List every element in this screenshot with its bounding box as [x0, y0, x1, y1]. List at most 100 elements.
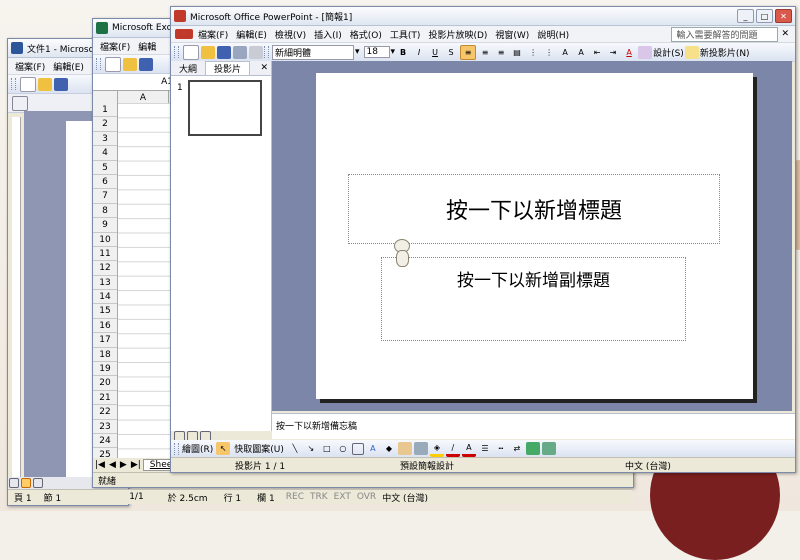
row-header[interactable]: 7 — [93, 189, 117, 204]
row-header[interactable]: 4 — [93, 146, 117, 161]
row-header[interactable]: 2 — [93, 117, 117, 132]
row-header[interactable]: 5 — [93, 161, 117, 175]
save-icon[interactable] — [217, 45, 231, 59]
clipart-icon[interactable] — [397, 442, 412, 455]
document-icon[interactable] — [175, 29, 193, 39]
sheet-nav-prev[interactable]: ◀ — [107, 460, 118, 470]
font-size-box[interactable]: 18 — [363, 46, 390, 58]
decrease-font-icon[interactable]: A — [574, 46, 588, 59]
title-placeholder[interactable]: 按一下以新增標題 — [348, 174, 720, 244]
ppt-menu-insert[interactable]: 插入(I) — [310, 28, 346, 41]
subtitle-placeholder[interactable]: 按一下以新增副標題 — [381, 257, 686, 341]
row-header[interactable]: 6 — [93, 175, 117, 190]
row-header[interactable]: 12 — [93, 261, 117, 276]
name-box[interactable]: A1 — [93, 77, 176, 87]
close-icon[interactable]: ✕ — [775, 9, 792, 23]
design-icon[interactable] — [638, 45, 653, 59]
diagram-icon[interactable]: ◆ — [382, 442, 396, 455]
new-presentation-icon[interactable] — [183, 44, 199, 60]
align-left-icon[interactable]: ≡ — [460, 44, 477, 60]
row-header[interactable]: 9 — [93, 218, 117, 233]
arrow-style-icon[interactable]: ⇄ — [510, 442, 524, 455]
underline-icon[interactable]: U — [428, 46, 442, 59]
shadow-style-icon[interactable] — [525, 442, 540, 455]
row-header[interactable]: 3 — [93, 132, 117, 147]
row-header[interactable]: 15 — [93, 304, 117, 319]
save-icon[interactable] — [139, 57, 153, 71]
arrow-icon[interactable]: ↘ — [304, 442, 318, 455]
ppt-menu-slideshow[interactable]: 投影片放映(D) — [424, 28, 491, 41]
line-style-icon[interactable]: ☰ — [478, 442, 492, 455]
window-close-doc-icon[interactable]: ✕ — [778, 29, 792, 39]
open-folder-icon[interactable] — [123, 57, 137, 71]
powerpoint-window[interactable]: Microsoft Office PowerPoint - [簡報1] _ □ … — [170, 6, 796, 473]
word-status-trk[interactable]: TRK — [307, 492, 331, 502]
sheet-nav-last[interactable]: ▶| — [129, 460, 143, 470]
italic-icon[interactable]: I — [412, 46, 426, 59]
permission-icon[interactable] — [233, 45, 247, 59]
fill-color-icon[interactable]: ◈ — [429, 441, 444, 457]
word-menu-file[interactable]: 檔案(F) — [11, 60, 49, 73]
row-header[interactable]: 18 — [93, 348, 117, 363]
select-objects-icon[interactable]: ↖ — [216, 442, 231, 455]
toolbar-grip[interactable] — [11, 78, 16, 90]
row-header[interactable]: 8 — [93, 204, 117, 219]
distribute-icon[interactable]: ▤ — [510, 46, 524, 59]
row-header[interactable]: 16 — [93, 319, 117, 334]
normal-view-icon[interactable] — [9, 478, 19, 488]
row-header[interactable]: 11 — [93, 247, 117, 262]
word-status-ovr[interactable]: OVR — [354, 492, 379, 502]
new-document-icon[interactable] — [20, 76, 36, 92]
row-header[interactable]: 20 — [93, 376, 117, 391]
tab-slides[interactable]: 投影片 — [205, 61, 251, 75]
row-header[interactable]: 1 — [93, 103, 117, 118]
row-header[interactable]: 10 — [93, 233, 117, 247]
slide-thumbnail[interactable] — [188, 80, 262, 136]
toolbar-grip[interactable] — [174, 442, 179, 455]
bold-icon[interactable]: B — [396, 46, 410, 59]
shadow-icon[interactable]: S — [444, 46, 458, 59]
line-icon[interactable]: ╲ — [288, 442, 302, 455]
slide-canvas[interactable]: 按一下以新增標題 按一下以新增副標題 — [316, 73, 753, 399]
row-header[interactable]: 24 — [93, 434, 117, 449]
new-workbook-icon[interactable] — [105, 56, 121, 72]
row-header[interactable]: 13 — [93, 276, 117, 291]
row-header[interactable]: 21 — [93, 391, 117, 406]
font-color-icon[interactable]: A — [622, 46, 636, 59]
align-right-icon[interactable]: ≡ — [494, 46, 508, 59]
3d-style-icon[interactable] — [541, 442, 556, 455]
increase-font-icon[interactable]: A — [558, 46, 572, 59]
row-header[interactable]: 23 — [93, 420, 117, 434]
font-name-dropdown-icon[interactable]: ▾ — [355, 47, 360, 57]
picture-icon[interactable] — [413, 442, 428, 455]
line-color-icon[interactable]: ∕ — [445, 441, 460, 457]
print-layout-icon[interactable] — [21, 478, 31, 488]
save-icon[interactable] — [54, 77, 68, 91]
textbox-icon[interactable] — [351, 442, 364, 455]
design-button[interactable]: 設計(S) — [653, 46, 684, 59]
word-status-ext[interactable]: EXT — [331, 492, 354, 502]
ppt-menu-view[interactable]: 檢視(V) — [271, 28, 310, 41]
open-folder-icon[interactable] — [38, 77, 52, 91]
excel-menu-edit[interactable]: 編輯 — [134, 40, 160, 53]
oval-icon[interactable]: ○ — [336, 442, 350, 455]
word-status-rec[interactable]: REC — [283, 492, 307, 502]
toolbar-grip[interactable] — [264, 46, 269, 58]
increase-indent-icon[interactable]: ⇥ — [606, 46, 620, 59]
ppt-menu-edit[interactable]: 編輯(E) — [232, 28, 271, 41]
ppt-menu-window[interactable]: 視窗(W) — [491, 28, 533, 41]
draw-menu-button[interactable]: 繪圖(R) — [182, 442, 215, 455]
font-name-box[interactable]: 新細明體 — [272, 44, 354, 60]
ppt-titlebar[interactable]: Microsoft Office PowerPoint - [簡報1] _ □ … — [171, 7, 795, 26]
tab-outline[interactable]: 大綱 — [171, 62, 205, 75]
font-size-dropdown-icon[interactable]: ▾ — [391, 47, 396, 57]
open-folder-icon[interactable] — [201, 45, 215, 59]
new-slide-button[interactable]: 新投影片(N) — [700, 46, 750, 59]
close-pane-icon[interactable]: ✕ — [257, 63, 271, 73]
print-icon[interactable] — [249, 45, 263, 59]
ppt-menu-tools[interactable]: 工具(T) — [386, 28, 425, 41]
ppt-menu-file[interactable]: 檔案(F) — [194, 28, 232, 41]
help-search-box[interactable]: 輸入需要解答的問題 — [671, 26, 779, 42]
ppt-menu-format[interactable]: 格式(O) — [346, 28, 386, 41]
font-color-icon[interactable]: A — [461, 441, 476, 457]
